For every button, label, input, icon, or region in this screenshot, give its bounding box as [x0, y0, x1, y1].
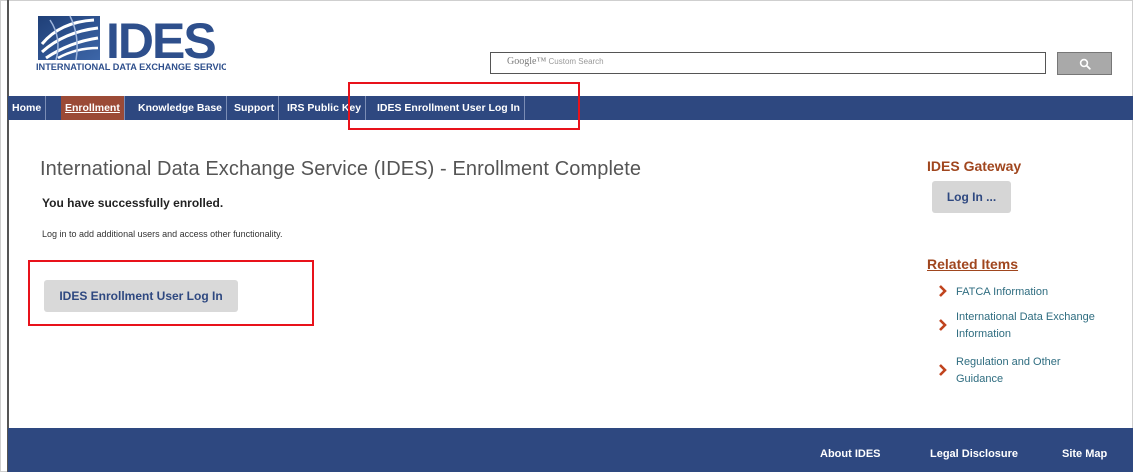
chevron-right-icon — [939, 285, 947, 297]
footer-link-sitemap[interactable]: Site Map — [1062, 448, 1107, 460]
related-link-label: Regulation and Other Guidance — [956, 356, 1061, 385]
page-title: International Data Exchange Service (IDE… — [40, 158, 642, 180]
search-button[interactable] — [1057, 52, 1112, 75]
footer-link-legal[interactable]: Legal Disclosure — [930, 448, 1018, 460]
ides-logo[interactable]: IDES INTERNATIONAL DATA EXCHANGE SERVICE — [36, 13, 234, 72]
info-message: Log in to add additional users and acces… — [42, 229, 283, 239]
annotation-box-main-login — [28, 260, 314, 326]
nav-item-enrollment[interactable]: Enrollment — [61, 96, 125, 120]
related-items-heading: Related Items — [927, 256, 1019, 272]
logo-wordmark: IDES — [106, 14, 215, 69]
chevron-right-icon — [939, 364, 947, 376]
nav-item-support[interactable]: Support — [230, 96, 280, 120]
related-link-international[interactable]: International Data Exchange Information — [938, 309, 1098, 342]
search-icon — [1079, 58, 1091, 70]
nav-item-home[interactable]: Home — [8, 96, 47, 120]
left-border — [7, 0, 9, 472]
logo-subtitle: INTERNATIONAL DATA EXCHANGE SERVICE — [36, 62, 226, 72]
annotation-box-nav-login — [348, 82, 580, 130]
search-input[interactable]: Google™ Custom Search — [490, 52, 1046, 74]
success-message: You have successfully enrolled. — [42, 196, 224, 210]
related-link-fatca[interactable]: FATCA Information — [938, 284, 1098, 301]
gateway-heading: IDES Gateway — [927, 158, 1022, 174]
gateway-login-button[interactable]: Log In ... — [932, 181, 1011, 213]
search-placeholder-brand: Google™ — [507, 56, 547, 67]
footer-link-about[interactable]: About IDES — [820, 448, 881, 460]
related-link-label: International Data Exchange Information — [956, 311, 1095, 340]
footer: About IDES Legal Disclosure Site Map — [8, 428, 1133, 472]
search-placeholder-text: Custom Search — [548, 57, 604, 66]
chevron-right-icon — [939, 319, 947, 331]
nav-item-knowledge-base[interactable]: Knowledge Base — [134, 96, 228, 120]
related-link-label: FATCA Information — [956, 286, 1049, 298]
related-link-regulation[interactable]: Regulation and Other Guidance — [938, 354, 1098, 387]
globe-logo-icon: IDES INTERNATIONAL DATA EXCHANGE SERVICE — [36, 13, 234, 72]
